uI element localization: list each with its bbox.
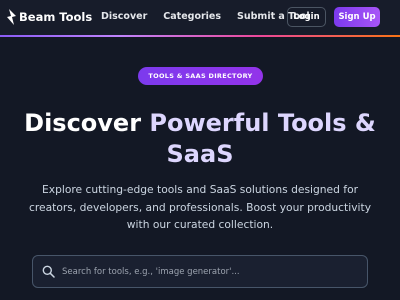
brand-name: Beam Tools xyxy=(19,10,93,24)
search-input[interactable] xyxy=(62,261,352,282)
gradient-divider xyxy=(0,35,400,37)
brand-logo[interactable]: Beam Tools xyxy=(6,9,92,25)
hero-title-part2: Powerful Tools & SaaS xyxy=(149,109,376,168)
search-box[interactable] xyxy=(32,255,368,288)
signup-button[interactable]: Sign Up xyxy=(334,7,380,27)
login-button[interactable]: Login xyxy=(287,7,326,27)
nav-link-discover[interactable]: Discover xyxy=(101,11,147,22)
search-icon xyxy=(42,265,55,278)
hero-description: Explore cutting-edge tools and SaaS solu… xyxy=(28,183,372,231)
hero-title: Discover Powerful Tools & SaaS xyxy=(10,108,390,170)
hero-badge: TOOLS & SAAS DIRECTORY xyxy=(138,67,263,85)
nav-link-categories[interactable]: Categories xyxy=(163,11,221,22)
lightning-bolt-icon xyxy=(7,9,16,25)
hero-title-part1: Discover xyxy=(24,109,150,137)
navbar: Beam Tools Discover Categories Submit a … xyxy=(0,0,400,35)
